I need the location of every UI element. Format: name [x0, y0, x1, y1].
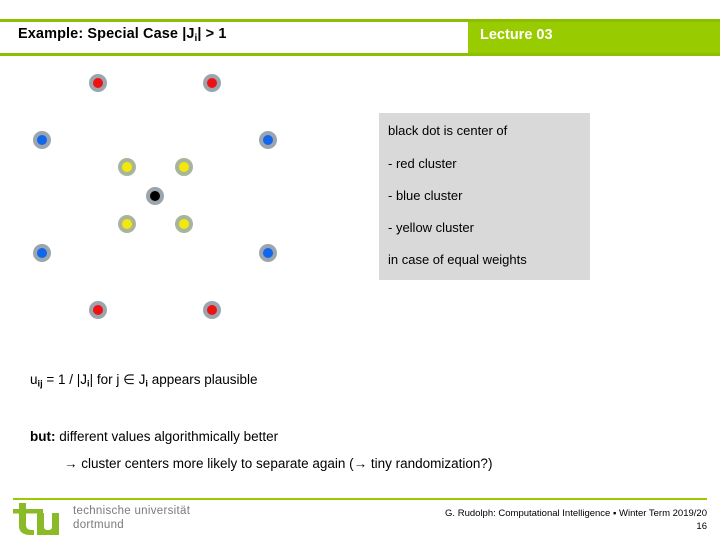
- tu-dortmund-logo: technische universität dortmund: [13, 503, 203, 537]
- callout-line-red-cluster: - red cluster: [388, 156, 457, 171]
- callout-line-equal-weights: in case of equal weights: [388, 252, 527, 267]
- element-of-icon: ∈: [123, 372, 135, 387]
- but-statement: but: different values algorithmically be…: [30, 429, 278, 444]
- lecture-label: Lecture 03: [480, 27, 553, 43]
- blue-dot-upper-left: [33, 131, 51, 149]
- formula-mid: = 1 / |J: [42, 372, 88, 387]
- formula-J: J: [134, 372, 146, 387]
- membership-formula: uij = 1 / |Ji| for j ∈ Ji appears plausi…: [30, 372, 258, 389]
- tu-logo-line-2: dortmund: [73, 518, 124, 531]
- footer-page-number: 16: [696, 521, 707, 532]
- callout-box: black dot is center of - red cluster - b…: [379, 113, 590, 280]
- yellow-dot-upper-right: [175, 158, 193, 176]
- page-title-prefix: Example: Special Case |J: [18, 26, 195, 42]
- footer-divider: [13, 498, 707, 500]
- formula-tail: | for j: [89, 372, 124, 387]
- formula-end: appears plausible: [147, 372, 258, 387]
- callout-line-0: black dot is center of: [388, 123, 508, 138]
- footer-credit: G. Rudolph: Computational Intelligence ▪…: [445, 508, 707, 519]
- red-dot-top-right: [203, 74, 221, 92]
- slide-header-bar: Example: Special Case |Ji| > 1 Lecture 0…: [0, 19, 720, 56]
- red-dot-bottom-left: [89, 301, 107, 319]
- cluster-dot-diagram: [0, 56, 360, 346]
- page-title-suffix: | > 1: [197, 26, 227, 42]
- red-dot-bottom-right: [203, 301, 221, 319]
- yellow-dot-upper-left: [118, 158, 136, 176]
- yellow-dot-lower-right: [175, 215, 193, 233]
- red-dot-top-left: [89, 74, 107, 92]
- black-center-dot: [146, 187, 164, 205]
- formula-u: u: [30, 372, 38, 387]
- yellow-dot-lower-left: [118, 215, 136, 233]
- blue-dot-lower-right: [259, 244, 277, 262]
- but-text: different values algorithmically better: [55, 429, 279, 444]
- tu-logo-mark-icon: [13, 503, 59, 535]
- tu-logo-line-1: technische universität: [73, 505, 191, 517]
- blue-dot-upper-right: [259, 131, 277, 149]
- arrow-statement: → cluster centers more likely to separat…: [64, 456, 493, 471]
- callout-line-yellow-cluster: - yellow cluster: [388, 220, 474, 235]
- callout-line-blue-cluster: - blue cluster: [388, 188, 463, 203]
- page-title: Example: Special Case |Ji| > 1: [18, 26, 227, 44]
- tu-logo-wordmark: technische universität dortmund: [73, 505, 190, 532]
- but-label: but:: [30, 429, 56, 444]
- blue-dot-lower-left: [33, 244, 51, 262]
